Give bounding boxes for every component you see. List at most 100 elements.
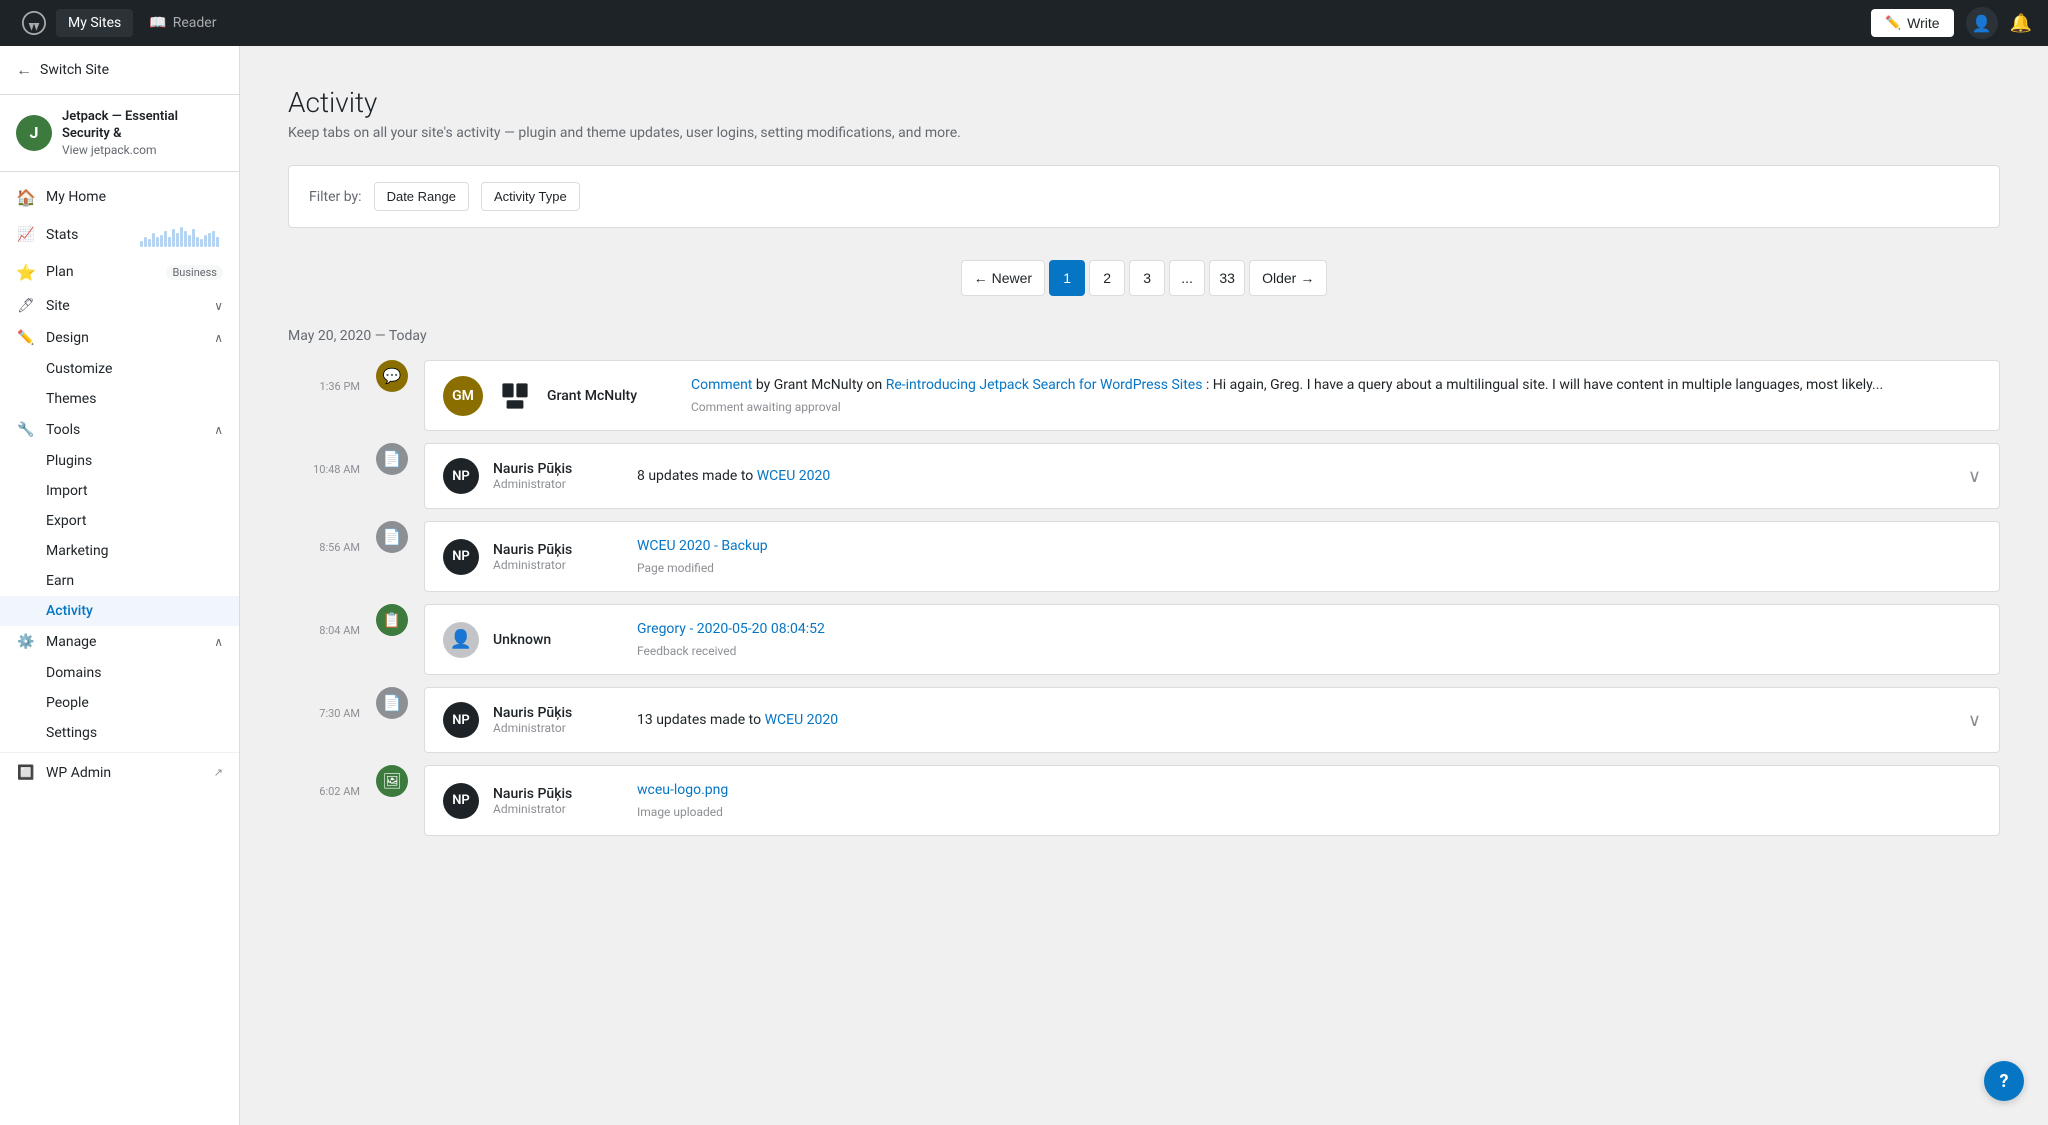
activity-card-3: NP Nauris Pūķis Administrator WCEU 2020 …	[424, 521, 2000, 592]
newer-button[interactable]: ← Newer	[961, 260, 1045, 296]
plugins-label: Plugins	[46, 453, 92, 469]
my-home-label: My Home	[46, 189, 223, 205]
grant-name: Grant McNulty	[547, 388, 677, 404]
marketing-label: Marketing	[46, 543, 109, 559]
activity-type-filter[interactable]: Activity Type	[481, 182, 580, 211]
domains-label: Domains	[46, 665, 101, 681]
nauris-initials-2: NP	[452, 469, 470, 484]
sidebar-item-domains[interactable]: Domains	[0, 658, 239, 688]
sidebar-item-my-home[interactable]: 🏠 My Home	[0, 180, 239, 215]
grant-initials: GM	[452, 388, 474, 404]
notifications-bell[interactable]: 🔔	[2010, 13, 2032, 34]
my-sites-tab[interactable]: My Sites	[56, 9, 133, 37]
wceu-backup-link[interactable]: WCEU 2020 - Backup	[637, 538, 768, 554]
design-chevron-icon: ∧	[214, 331, 223, 345]
page-ellipsis-button[interactable]: ...	[1169, 260, 1205, 296]
sidebar-item-customize[interactable]: Customize	[0, 354, 239, 384]
older-button[interactable]: Older →	[1249, 260, 1327, 296]
stats-icon: 📈	[16, 227, 36, 243]
nauris-role-5: Administrator	[493, 721, 623, 735]
activity-time-2: 10:48 AM	[288, 443, 360, 476]
activity-text-content: : Hi again, Greg. I have a query about a…	[1206, 377, 1883, 393]
design-icon: ✏️	[16, 330, 36, 346]
feedback-activity-icon: 📋	[376, 604, 408, 636]
older-label: Older	[1262, 270, 1296, 286]
page-33-button[interactable]: 33	[1209, 260, 1245, 296]
sidebar-item-import[interactable]: Import	[0, 476, 239, 506]
sidebar-item-plan[interactable]: ⭐ Plan Business	[0, 255, 239, 290]
sidebar-item-plugins[interactable]: Plugins	[0, 446, 239, 476]
comment-activity-icon: 💬	[376, 360, 408, 392]
nauris-avatar-5: NP	[443, 702, 479, 738]
sidebar-item-people[interactable]: People	[0, 688, 239, 718]
page-2-button[interactable]: 2	[1089, 260, 1125, 296]
stats-mini-chart	[140, 223, 223, 247]
external-link-icon: ↗	[214, 766, 223, 779]
expand-button-5[interactable]: ∨	[1968, 710, 1981, 731]
activity-text-1: Comment by Grant McNulty on Re-introduci…	[691, 377, 1883, 393]
older-arrow-icon: →	[1300, 270, 1314, 286]
sidebar-item-export[interactable]: Export	[0, 506, 239, 536]
activity-time-3: 8:56 AM	[288, 521, 360, 554]
page-33-label: 33	[1219, 270, 1235, 286]
expand-button-2[interactable]: ∨	[1968, 466, 1981, 487]
reader-tab[interactable]: 📖 Reader	[137, 9, 228, 37]
activity-time-5: 7:30 AM	[288, 687, 360, 720]
activity-icon-col-4: 📋	[376, 604, 408, 636]
comment-link[interactable]: Comment	[691, 377, 752, 393]
nauris-role-6: Administrator	[493, 802, 623, 816]
tools-chevron-icon: ∧	[214, 423, 223, 437]
user-avatar[interactable]: 👤	[1966, 7, 1998, 39]
people-label: People	[46, 695, 89, 711]
plan-icon: ⭐	[16, 263, 36, 282]
sidebar-item-marketing[interactable]: Marketing	[0, 536, 239, 566]
sidebar-item-stats[interactable]: 📈 Stats	[0, 215, 239, 255]
help-button[interactable]: ?	[1984, 1061, 2024, 1101]
sidebar-item-settings[interactable]: Settings	[0, 718, 239, 748]
page-3-label: 3	[1143, 270, 1151, 286]
avatar-icon: 👤	[1972, 14, 1992, 33]
sidebar-item-site[interactable]: 🖊 Site ∨	[0, 290, 239, 322]
switch-site-button[interactable]: ← Switch Site	[0, 46, 239, 95]
sidebar-item-tools[interactable]: 🔧 Tools ∧	[0, 414, 239, 446]
nauris-avatar-3: NP	[443, 539, 479, 575]
sidebar-item-manage[interactable]: ⚙️ Manage ∧	[0, 626, 239, 658]
jetpack-search-link[interactable]: Re-introducing Jetpack Search for WordPr…	[886, 377, 1203, 393]
activity-content-6: wceu-logo.png Image uploaded	[637, 780, 1981, 821]
page-ellipsis-label: ...	[1181, 270, 1193, 286]
wp-admin-label: WP Admin	[46, 765, 204, 781]
top-nav-left: My Sites 📖 Reader	[16, 5, 228, 41]
page-1-button[interactable]: 1	[1049, 260, 1085, 296]
sidebar-item-earn[interactable]: Earn	[0, 566, 239, 596]
themes-label: Themes	[46, 391, 96, 407]
switch-site-label: Switch Site	[40, 62, 109, 78]
wceu-link-2[interactable]: WCEU 2020	[757, 468, 831, 484]
nauris-user-info-5: Nauris Pūķis Administrator	[493, 705, 623, 735]
nauris-name-2: Nauris Pūķis	[493, 461, 623, 477]
wceu-link-5[interactable]: WCEU 2020	[765, 712, 839, 728]
top-nav-right: ✏️ Write 👤 🔔	[1871, 7, 2032, 39]
date-range-filter[interactable]: Date Range	[374, 182, 469, 211]
help-icon: ?	[2000, 1071, 2009, 1092]
sidebar-item-activity[interactable]: Activity	[0, 596, 239, 626]
sidebar-item-wp-admin[interactable]: 🔲 WP Admin ↗	[0, 757, 239, 789]
gregory-feedback-link[interactable]: Gregory - 2020-05-20 08:04:52	[637, 621, 825, 637]
design-label: Design	[46, 330, 204, 346]
activity-type-label: Activity Type	[494, 189, 567, 204]
activity-icon-col-2: 📄	[376, 443, 408, 475]
activity-item-6: 6:02 AM 🖼 NP Nauris Pūķis Administrator …	[288, 765, 2000, 836]
activity-meta-3: Page modified	[637, 559, 1981, 577]
activity-item-5: 7:30 AM 📄 NP Nauris Pūķis Administrator …	[288, 687, 2000, 753]
activity-content-4: Gregory - 2020-05-20 08:04:52 Feedback r…	[637, 619, 1981, 660]
sidebar-item-design[interactable]: ✏️ Design ∧	[0, 322, 239, 354]
page-3-button[interactable]: 3	[1129, 260, 1165, 296]
sidebar-item-themes[interactable]: Themes	[0, 384, 239, 414]
activity-label: Activity	[46, 603, 93, 619]
wceu-logo-link[interactable]: wceu-logo.png	[637, 782, 728, 798]
image-activity-icon: 🖼	[376, 765, 408, 797]
write-button[interactable]: ✏️ Write	[1871, 9, 1954, 37]
nauris-name-6: Nauris Pūķis	[493, 786, 623, 802]
activity-item-1: 1:36 PM 💬 GM	[288, 360, 2000, 431]
activity-card-4: 👤 Unknown Gregory - 2020-05-20 08:04:52 …	[424, 604, 2000, 675]
manage-label: Manage	[46, 634, 204, 650]
